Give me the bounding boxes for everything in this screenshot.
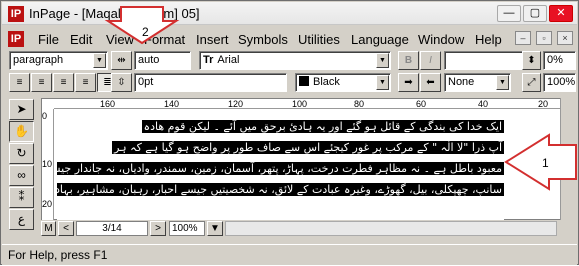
annotation-overlay — [104, 6, 577, 191]
arrow-1-icon — [504, 133, 577, 191]
annotation-label-2: 2 — [142, 25, 149, 39]
annotation-label-1: 1 — [542, 156, 549, 170]
app-window: IP InPage - [Maqalat e [item] 05] — ▢ ✕ … — [0, 0, 579, 265]
